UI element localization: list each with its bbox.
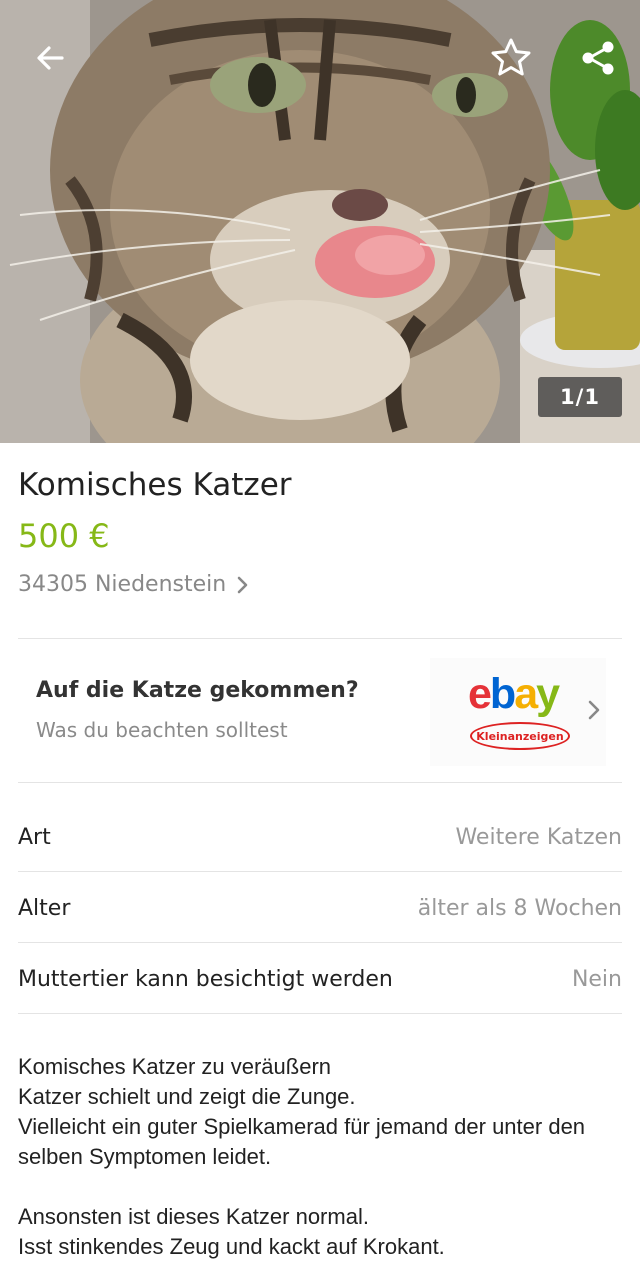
favorite-button[interactable] — [483, 30, 539, 86]
attribute-row-art: Art Weitere Katzen — [18, 802, 622, 872]
chevron-right-icon — [588, 700, 600, 720]
chevron-right-icon — [237, 576, 248, 593]
banner-title: Auf die Katze gekommen? — [36, 678, 359, 703]
banner-subtitle: Was du beachten solltest — [36, 718, 288, 742]
star-outline-icon — [491, 38, 531, 76]
divider — [18, 1013, 622, 1014]
attribute-value: Weitere Katzen — [455, 824, 622, 850]
cat-info-banner[interactable]: Auf die Katze gekommen? Was du beachten … — [18, 640, 622, 782]
listing-price: 500 € — [18, 517, 110, 555]
kleinanzeigen-badge: Kleinanzeigen — [470, 722, 570, 750]
divider — [18, 942, 622, 943]
attribute-label: Muttertier kann besichtigt werden — [18, 966, 393, 992]
divider — [18, 638, 622, 639]
attribute-label: Art — [18, 824, 51, 850]
listing-title: Komisches Katzer — [18, 467, 292, 503]
photo-counter: 1/1 — [538, 377, 622, 417]
share-button[interactable] — [570, 30, 626, 86]
attribute-label: Alter — [18, 895, 71, 921]
attribute-row-alter: Alter älter als 8 Wochen — [18, 873, 622, 943]
ebay-kleinanzeigen-logo: ebay Kleinanzeigen — [430, 658, 606, 766]
listing-description: Komisches Katzer zu veräußern Katzer sch… — [18, 1054, 586, 1259]
location-text: 34305 Niedenstein — [18, 572, 227, 597]
back-arrow-icon — [37, 46, 64, 70]
location-link[interactable]: 34305 Niedenstein — [18, 572, 250, 597]
attribute-row-muttertier: Muttertier kann besichtigt werden Nein — [18, 944, 622, 1014]
share-icon — [582, 41, 614, 75]
ebay-logo-text: ebay — [468, 670, 560, 718]
attribute-value: Nein — [571, 966, 622, 992]
listing-photo[interactable]: 1/1 — [0, 0, 640, 443]
divider — [18, 782, 622, 783]
divider — [18, 871, 622, 872]
attribute-value: älter als 8 Wochen — [417, 895, 622, 921]
back-button[interactable] — [22, 30, 78, 86]
